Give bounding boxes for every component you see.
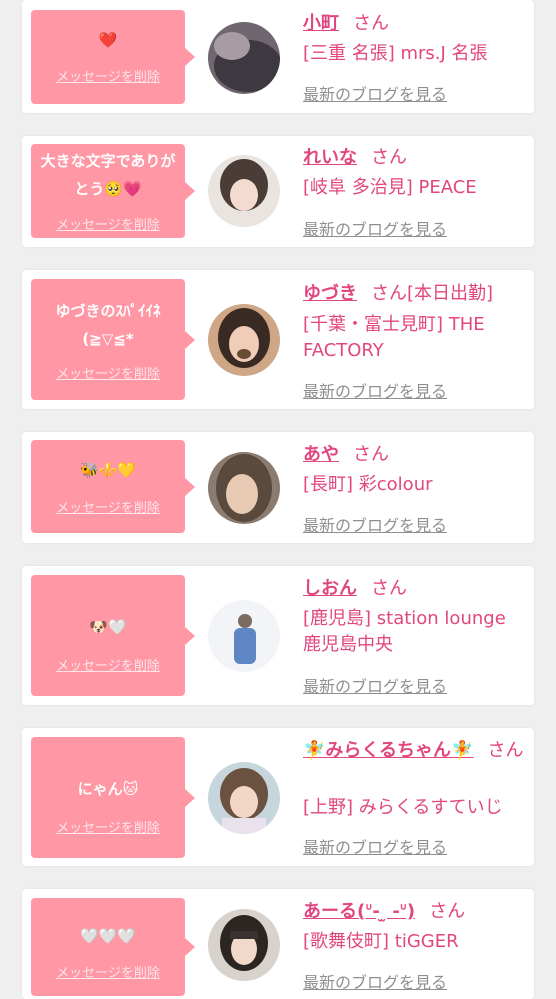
status-text: [本日出勤] [407,283,494,304]
shop-info: [歌舞伎町] tiGGER [303,931,459,952]
honorific: さん [371,147,407,168]
honorific: さん [429,901,466,922]
message-bubble: 🤍🤍🤍 メッセージを削除 [31,898,195,996]
message-text: 大きな文字でありがとう🥺💗 [40,152,176,198]
message-card: ゆづきのｽﾊﾟｲｲﾈ(≧▽≦* メッセージを削除 ゆづき さん[本日出勤] [千葉… [22,270,534,409]
message-bubble: にゃん🐱 メッセージを削除 [31,737,195,858]
message-bubble: ❤️ メッセージを削除 [31,10,195,104]
latest-blog-link[interactable]: 最新のブログを見る [303,834,447,858]
honorific: さん [371,283,407,304]
shop-info: [長町] 彩colour [303,474,433,495]
delete-message-link[interactable]: メッセージを削除 [31,962,185,981]
message-card: 🤍🤍🤍 メッセージを削除 あーる(ᐡ- ̫ -ᐡ) さん [歌舞伎町] tiGGE… [22,889,534,999]
avatar[interactable] [208,22,280,94]
girl-name-link[interactable]: れいな [303,147,357,168]
avatar[interactable] [208,762,280,834]
message-text: ゆづきのｽﾊﾟｲｲﾈ(≧▽≦* [55,302,161,348]
honorific: さん [371,578,407,599]
girl-name-link[interactable]: あーる(ᐡ- ̫ -ᐡ) [303,901,415,922]
shop-info: [千葉・富士見町] THE FACTORY [303,314,485,361]
honorific: さん [353,444,389,465]
message-bubble: 🐝⚜️💛 メッセージを削除 [31,440,195,533]
girl-name-link[interactable]: 🧚みらくるちゃん🧚 [303,740,473,761]
message-card: にゃん🐱 メッセージを削除 🧚みらくるちゃん🧚 さん [上野] みらくるすていじ … [22,728,534,866]
message-bubble: 大きな文字でありがとう🥺💗 メッセージを削除 [31,144,195,238]
message-text: ❤️ [98,31,118,49]
message-text: 🐶🤍 [89,618,127,636]
latest-blog-link[interactable]: 最新のブログを見る [303,512,447,536]
message-text: にゃん🐱 [77,780,139,798]
message-card: ❤️ メッセージを削除 小町 さん [三重 名張] mrs.J 名張 最新のブログ… [22,0,534,113]
name-line: あーる(ᐡ- ̫ -ᐡ) さん [303,899,527,925]
avatar[interactable] [208,909,280,981]
girl-name-link[interactable]: ゆづき [303,283,357,304]
avatar[interactable] [208,155,280,227]
latest-blog-link[interactable]: 最新のブログを見る [303,216,447,240]
name-line: ゆづき さん[本日出勤] [303,281,527,307]
shop-info: [岐阜 多治見] PEACE [303,177,477,198]
honorific: さん [487,740,524,761]
latest-blog-link[interactable]: 最新のブログを見る [303,673,447,697]
latest-blog-link[interactable]: 最新のブログを見る [303,969,447,993]
delete-message-link[interactable]: メッセージを削除 [31,817,185,836]
shop-info: [鹿児島] station lounge 鹿児島中央 [303,608,506,655]
delete-message-link[interactable]: メッセージを削除 [31,655,185,674]
name-line: れいな さん [303,145,527,171]
delete-message-link[interactable]: メッセージを削除 [31,497,185,516]
name-line: しおん さん [303,576,527,602]
avatar[interactable] [208,452,280,524]
girl-name-link[interactable]: しおん [303,578,357,599]
girl-name-link[interactable]: あや [303,444,339,465]
name-line: 小町 さん [303,11,527,37]
avatar[interactable] [208,304,280,376]
honorific: さん [353,13,389,34]
message-bubble: 🐶🤍 メッセージを削除 [31,575,195,696]
message-text: 🤍🤍🤍 [79,927,137,945]
message-card: 🐝⚜️💛 メッセージを削除 あや さん [長町] 彩colour 最新のブログを見… [22,432,534,543]
message-bubble: ゆづきのｽﾊﾟｲｲﾈ(≧▽≦* メッセージを削除 [31,279,195,400]
delete-message-link[interactable]: メッセージを削除 [31,214,185,233]
delete-message-link[interactable]: メッセージを削除 [31,363,185,382]
shop-info: [上野] みらくるすていじ [303,797,503,818]
latest-blog-link[interactable]: 最新のブログを見る [303,81,447,105]
name-line: あや さん [303,442,527,468]
message-card: 大きな文字でありがとう🥺💗 メッセージを削除 れいな さん [岐阜 多治見] PE… [22,136,534,247]
delete-message-link[interactable]: メッセージを削除 [31,66,185,85]
avatar[interactable] [208,600,280,672]
message-text: 🐝⚜️💛 [79,461,137,479]
latest-blog-link[interactable]: 最新のブログを見る [303,378,447,402]
girl-name-link[interactable]: 小町 [303,13,339,34]
shop-info: [三重 名張] mrs.J 名張 [303,43,488,64]
message-card: 🐶🤍 メッセージを削除 しおん さん [鹿児島] station lounge 鹿… [22,566,534,705]
name-line: 🧚みらくるちゃん🧚 さん [303,738,527,764]
